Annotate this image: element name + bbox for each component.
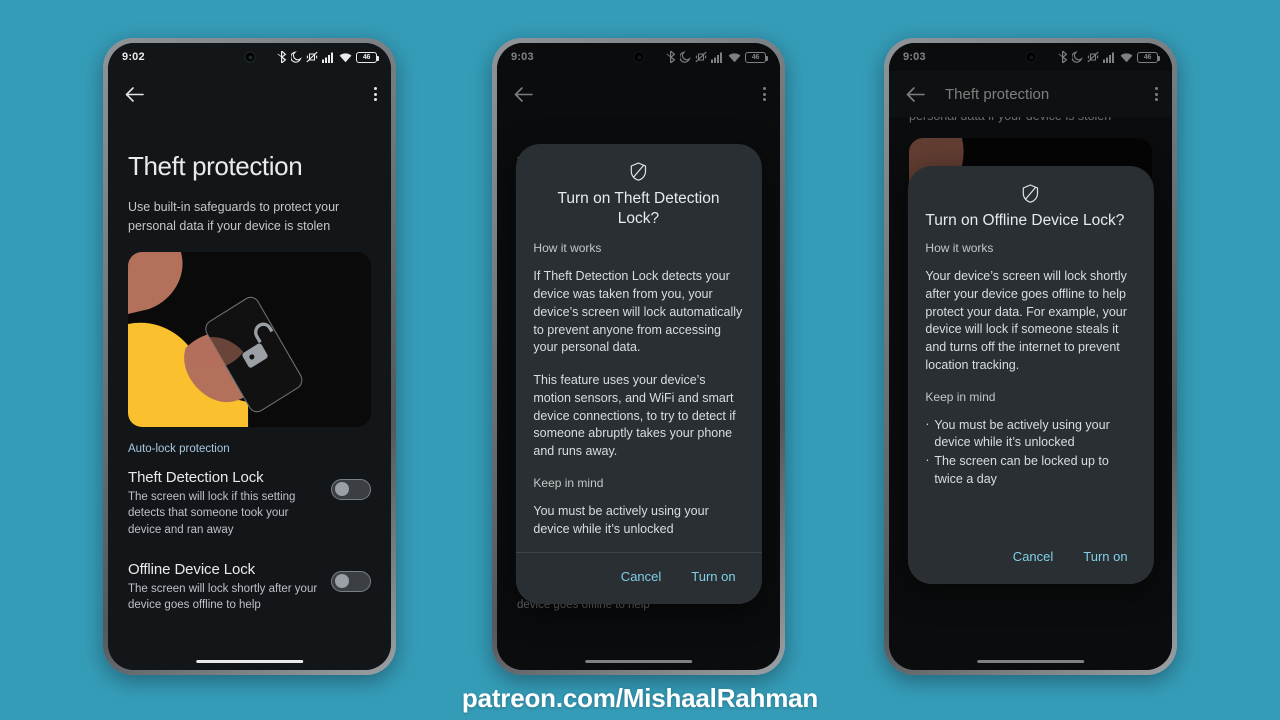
dialog-paragraph-1: Your device’s screen will lock shortly a… bbox=[925, 269, 1127, 372]
dialog-title: Turn on Offline Device Lock? bbox=[925, 212, 1125, 229]
page-content: Theft protection Use built-in safeguards… bbox=[108, 151, 391, 614]
status-bar: 9:02 46 bbox=[108, 43, 391, 71]
dialog-keep-in-mind-label: Keep in mind bbox=[533, 475, 604, 490]
page-title: Theft protection bbox=[128, 151, 303, 181]
dialog-paragraph-3: You must be actively using your device w… bbox=[533, 503, 709, 536]
setting-row-offline-device-lock[interactable]: Offline Device Lock The screen will lock… bbox=[128, 561, 371, 614]
front-camera-punchhole bbox=[244, 51, 255, 63]
setting-title: Offline Device Lock bbox=[128, 560, 256, 578]
phone-1-screen: 9:02 46 Theft protection Use built-in sa… bbox=[108, 43, 391, 670]
back-arrow-icon bbox=[125, 86, 144, 102]
wifi-icon bbox=[339, 52, 352, 62]
do-not-disturb-icon bbox=[291, 51, 302, 63]
cellular-signal-icon bbox=[322, 52, 333, 63]
setting-text: Offline Device Lock The screen will lock… bbox=[128, 561, 319, 614]
toggle-theft-detection-lock[interactable] bbox=[331, 478, 371, 500]
dialog-body[interactable]: How it works If Theft Detection Lock det… bbox=[515, 241, 761, 552]
phone-2-screen: 9:03 46 Theft protection bbox=[497, 43, 780, 670]
gesture-navigation-bar[interactable] bbox=[195, 659, 304, 663]
person-holding-phone-illustration bbox=[128, 251, 371, 427]
dialog-bullet-list: You must be actively using your device w… bbox=[925, 416, 1135, 489]
setting-title: Theft Detection Lock bbox=[128, 468, 264, 486]
setting-row-theft-detection-lock[interactable]: Theft Detection Lock The screen will loc… bbox=[128, 469, 371, 539]
dialog-actions: Cancel Turn on bbox=[515, 552, 762, 604]
dialog-icon-wrap bbox=[515, 144, 761, 189]
setting-description: The screen will lock shortly after your … bbox=[128, 582, 318, 612]
dialog-paragraph-1: If Theft Detection Lock detects your dev… bbox=[533, 269, 743, 355]
dot bbox=[374, 87, 377, 90]
shield-slash-icon bbox=[1022, 184, 1039, 203]
battery-level: 46 bbox=[362, 53, 371, 61]
dialog-paragraph-2: This feature uses your device’s motion s… bbox=[533, 373, 736, 459]
phone-3-inner: 9:03 46 Theft protection Turn on Offline… bbox=[889, 43, 1172, 670]
section-label-auto-lock: Auto-lock protection bbox=[128, 442, 230, 455]
battery-icon: 46 bbox=[356, 51, 379, 63]
shield-slash-icon bbox=[630, 162, 647, 181]
dialog-theft-detection-lock: Turn on Theft Detection Lock? How it wor… bbox=[515, 144, 762, 604]
patreon-caption: patreon.com/MishaalRahman bbox=[461, 683, 819, 713]
toggle-knob bbox=[335, 574, 349, 589]
list-item: The screen can be locked up to twice a d… bbox=[925, 452, 1135, 489]
toggle-knob bbox=[335, 482, 349, 496]
status-time: 9:02 bbox=[122, 51, 145, 63]
dialog-title: Turn on Theft Detection Lock? bbox=[557, 190, 720, 228]
app-bar: Theft protection bbox=[108, 71, 391, 117]
back-button[interactable] bbox=[122, 82, 146, 106]
bluetooth-icon bbox=[277, 51, 287, 63]
dialog-keep-in-mind-label: Keep in mind bbox=[925, 389, 996, 404]
phone-2: 9:03 46 Theft protection bbox=[492, 38, 785, 675]
dialog-how-it-works-label: How it works bbox=[925, 241, 994, 256]
page-subtitle: Use built-in safeguards to protect your … bbox=[128, 200, 340, 233]
cancel-button[interactable]: Cancel bbox=[611, 563, 671, 590]
dialog-icon-wrap bbox=[907, 166, 1153, 211]
vibrate-off-icon bbox=[306, 51, 318, 63]
overflow-menu-button[interactable] bbox=[374, 87, 377, 101]
dialog-how-it-works-label: How it works bbox=[533, 241, 602, 256]
dialog-actions: Cancel Turn on bbox=[907, 533, 1154, 584]
dot bbox=[374, 98, 377, 101]
setting-text: Theft Detection Lock The screen will loc… bbox=[128, 469, 319, 539]
phone-1-inner: 9:02 46 Theft protection Use built-in sa… bbox=[108, 43, 391, 670]
list-item: You must be actively using your device w… bbox=[925, 416, 1135, 453]
phone-3: 9:03 46 Theft protection Turn on Offline… bbox=[884, 38, 1177, 675]
cancel-button[interactable]: Cancel bbox=[1003, 543, 1063, 570]
toggle-offline-device-lock[interactable] bbox=[331, 570, 371, 592]
phone-1: 9:02 46 Theft protection Use built-in sa… bbox=[103, 38, 396, 675]
turn-on-button[interactable]: Turn on bbox=[681, 563, 745, 590]
phone-3-screen: 9:03 46 Theft protection Turn on Offline… bbox=[889, 43, 1172, 670]
hero-illustration bbox=[128, 251, 371, 427]
dialog-body[interactable]: How it works Your device’s screen will l… bbox=[907, 241, 1153, 533]
status-icons: 46 bbox=[277, 51, 379, 63]
dialog-offline-device-lock: Turn on Offline Device Lock? How it work… bbox=[907, 166, 1154, 584]
dot bbox=[374, 92, 377, 96]
phone-2-inner: 9:03 46 Theft protection bbox=[497, 43, 780, 670]
turn-on-button[interactable]: Turn on bbox=[1073, 543, 1137, 570]
setting-description: The screen will lock if this setting det… bbox=[128, 490, 296, 536]
